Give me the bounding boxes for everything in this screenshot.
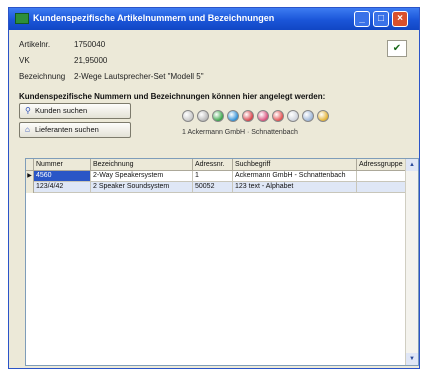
cell-bezeichnung[interactable]: 2 Speaker Soundsystem [91,182,193,193]
row-indicator [26,182,34,193]
cell-adressnr[interactable]: 1 [193,171,233,182]
col-header-adressgruppe[interactable]: Adressgruppe [357,159,407,171]
cell-adressgruppe[interactable] [357,171,407,182]
scroll-down-icon[interactable]: ▼ [406,353,418,365]
maximize-button[interactable]: □ [373,11,389,27]
close-button[interactable]: × [392,11,408,27]
cell-adressnr[interactable]: 50052 [193,182,233,193]
scroll-up-icon[interactable]: ▲ [406,159,418,171]
col-header-nummer[interactable]: Nummer [34,159,91,171]
status-circle-icon[interactable] [317,110,329,122]
search-customer-icon: ⚲ [25,106,31,115]
lieferanten-suchen-label: Lieferanten suchen [35,125,99,134]
status-circle-icon[interactable] [272,110,284,122]
bezeichnung-value: 2-Wege Lautsprecher-Set "Modell 5" [74,72,204,81]
artikel-label: Artikelnr. [19,40,51,49]
col-header-adressnr[interactable]: Adressnr. [193,159,233,171]
kunden-suchen-label: Kunden suchen [35,106,88,115]
search-supplier-icon: ⌂ [25,125,30,134]
status-circle-icon[interactable] [302,110,314,122]
status-circle-icon[interactable] [197,110,209,122]
status-circle-icon[interactable] [182,110,194,122]
window-title: Kundenspezifische Artikelnummern und Bez… [33,13,275,23]
status-circle-icon[interactable] [227,110,239,122]
vertical-scrollbar[interactable]: ▲ ▼ [405,159,418,365]
status-circle-icon[interactable] [212,110,224,122]
col-header-suchbegriff[interactable]: Suchbegriff [233,159,357,171]
status-circle-icon[interactable] [257,110,269,122]
app-icon [15,13,29,24]
title-bar[interactable]: Kundenspezifische Artikelnummern und Bez… [9,8,419,30]
minimize-button[interactable]: _ [354,11,370,27]
header-indicator [26,159,34,171]
bezeichnung-label: Bezeichnung [19,72,66,81]
confirm-button[interactable]: ✔ [387,40,407,57]
status-circle-icon[interactable] [242,110,254,122]
lieferanten-suchen-button[interactable]: ⌂ Lieferanten suchen [19,122,131,138]
artikel-value: 1750040 [74,40,106,49]
status-circle-icon[interactable] [287,110,299,122]
kunden-suchen-button[interactable]: ⚲ Kunden suchen [19,103,131,119]
cell-adressgruppe[interactable] [357,182,407,193]
cell-nummer[interactable]: 4560 [34,171,91,182]
col-header-bezeichnung[interactable]: Bezeichnung [91,159,193,171]
article-grid[interactable]: Nummer Bezeichnung Adressnr. Suchbegriff… [25,158,419,366]
vk-value: 21,95000 [74,56,108,65]
status-circles [182,110,337,124]
customer-line: 1 Ackermann GmbH · Schnattenbach [182,129,298,136]
hint-text: Kundenspezifische Nummern und Bezeichnun… [19,92,326,101]
cell-nummer[interactable]: 123/4/42 [34,182,91,193]
cell-suchbegriff[interactable]: Ackermann GmbH - Schnattenbach [233,171,357,182]
dialog-window: Kundenspezifische Artikelnummern und Bez… [8,7,420,369]
vk-label: VK [19,56,30,65]
cell-suchbegriff[interactable]: 123 text - Alphabet [233,182,357,193]
cell-bezeichnung[interactable]: 2-Way Speakersystem [91,171,193,182]
row-indicator-icon: ▶ [26,171,34,182]
